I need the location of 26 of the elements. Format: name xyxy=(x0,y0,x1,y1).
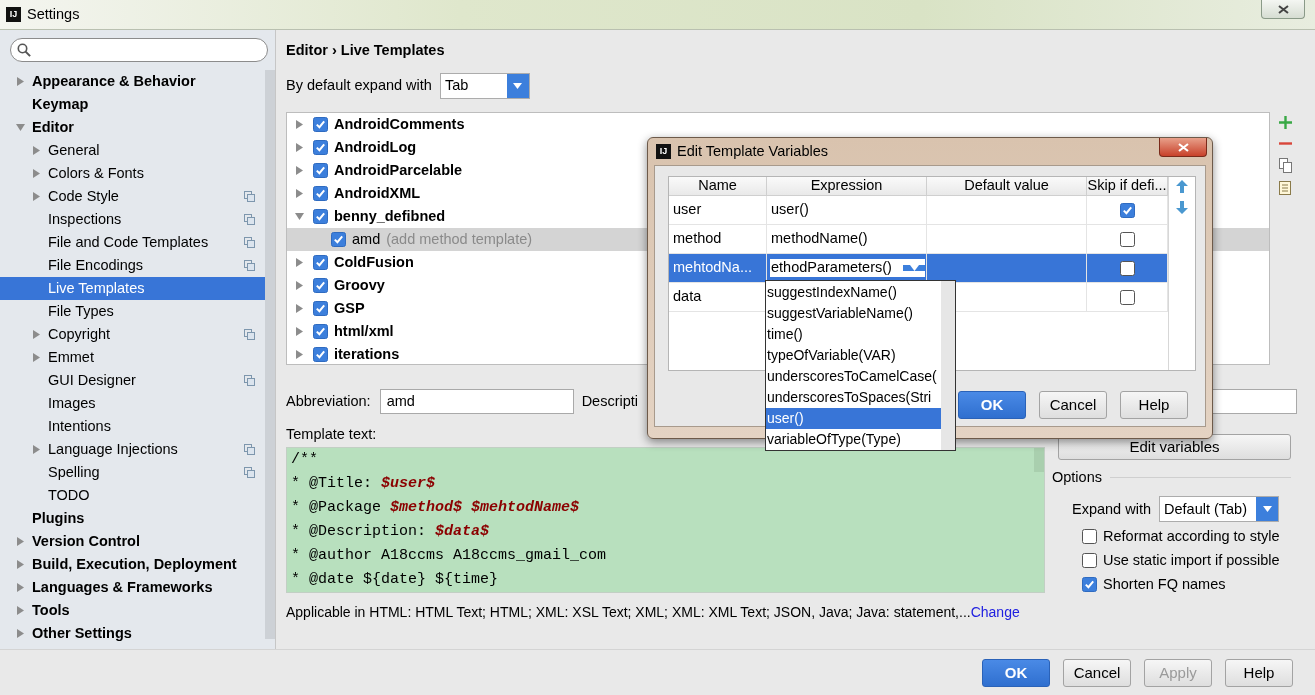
table-cell: user() xyxy=(767,196,927,224)
section-title: Options xyxy=(1052,469,1102,487)
table-cell: user xyxy=(669,196,767,224)
field-label: Abbreviation: xyxy=(286,392,371,411)
breadcrumb-text: Editor › Live Templates xyxy=(286,42,446,60)
code-line: * @Title: $user$ xyxy=(291,475,437,495)
table-cell: methodName() xyxy=(767,225,927,253)
code-line: /** xyxy=(291,451,319,471)
code-line: * @Description: $data$ xyxy=(291,523,491,543)
field-label: By default expand with xyxy=(286,77,432,95)
checkbox-label: Use static import if possible xyxy=(1103,551,1280,570)
dialog-title: Edit Template Variables xyxy=(677,142,828,161)
code-line: * @author A18ccms A18ccms_gmail_com xyxy=(291,547,608,567)
dialog-button: Apply xyxy=(1144,658,1212,687)
field-label: Expand with xyxy=(1072,500,1151,519)
applicable-text: Applicable in HTML: HTML Text; HTML; XML: XSL Text; XML; XML: XML Text; JSON, Java; Java: statement,... xyxy=(286,604,971,622)
code-line: * @date ${date} ${time} xyxy=(291,571,500,591)
field-label: Template text: xyxy=(286,426,377,444)
field-label: Descripti xyxy=(581,392,639,411)
window-title: Settings xyxy=(27,5,80,24)
code-line: * @Package $method$ $mehtodName$ xyxy=(291,499,581,519)
checkbox-label: Shorten FQ names xyxy=(1103,575,1226,594)
table-cell: method xyxy=(669,225,767,253)
checkbox-label: Reformat according to style xyxy=(1103,527,1280,546)
app-logo: IJ xyxy=(656,144,671,159)
app-logo: IJ xyxy=(6,7,21,22)
